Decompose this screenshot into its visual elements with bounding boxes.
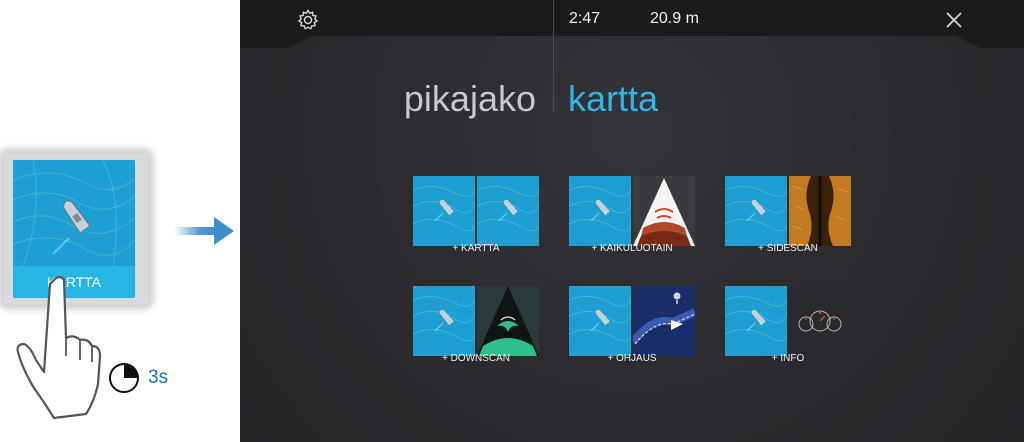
chart-pane bbox=[413, 286, 475, 356]
timer-label: 3s bbox=[148, 367, 169, 388]
info-pane bbox=[789, 286, 851, 356]
chart-pane bbox=[569, 176, 631, 246]
preset-kartta[interactable]: + KARTTA bbox=[413, 176, 539, 254]
arrow-right-icon bbox=[174, 217, 234, 245]
preset-sidescan[interactable]: + SIDESCAN bbox=[725, 176, 851, 254]
preset-kaikuluotain[interactable]: + KAIKULUOTAIN bbox=[569, 176, 695, 254]
preset-label: + SIDESCAN bbox=[758, 243, 818, 254]
chart-pane bbox=[725, 176, 787, 246]
close-icon[interactable] bbox=[943, 9, 965, 31]
steer-pane bbox=[633, 286, 695, 356]
downscan-pane bbox=[477, 286, 539, 356]
device-screen: 2:47 20.9 m pikajako kartta + KARTTA + K… bbox=[240, 0, 1024, 442]
preset-ohjaus[interactable]: + OHJAUS bbox=[569, 286, 695, 364]
chart-pane bbox=[413, 176, 475, 246]
status-bar: 2:47 20.9 m bbox=[240, 0, 1024, 50]
preset-info[interactable]: + INFO bbox=[725, 286, 851, 364]
depth-readout: 20.9 m bbox=[650, 10, 699, 27]
title-pikajako: pikajako bbox=[403, 78, 536, 119]
gear-icon[interactable] bbox=[297, 9, 319, 31]
title-kartta: kartta bbox=[568, 78, 659, 119]
header-divider bbox=[553, 0, 554, 112]
chart-pane bbox=[477, 176, 539, 246]
preset-downscan[interactable]: + DOWNSCAN bbox=[413, 286, 539, 364]
echo-pane bbox=[633, 176, 695, 246]
clock-readout: 2:47 bbox=[569, 10, 601, 27]
preset-label: + INFO bbox=[771, 353, 805, 364]
sidescan-pane bbox=[789, 176, 851, 246]
hand-press-icon bbox=[16, 275, 102, 420]
chart-pane bbox=[725, 286, 787, 356]
timer-icon bbox=[109, 363, 139, 393]
chart-pane bbox=[569, 286, 631, 356]
